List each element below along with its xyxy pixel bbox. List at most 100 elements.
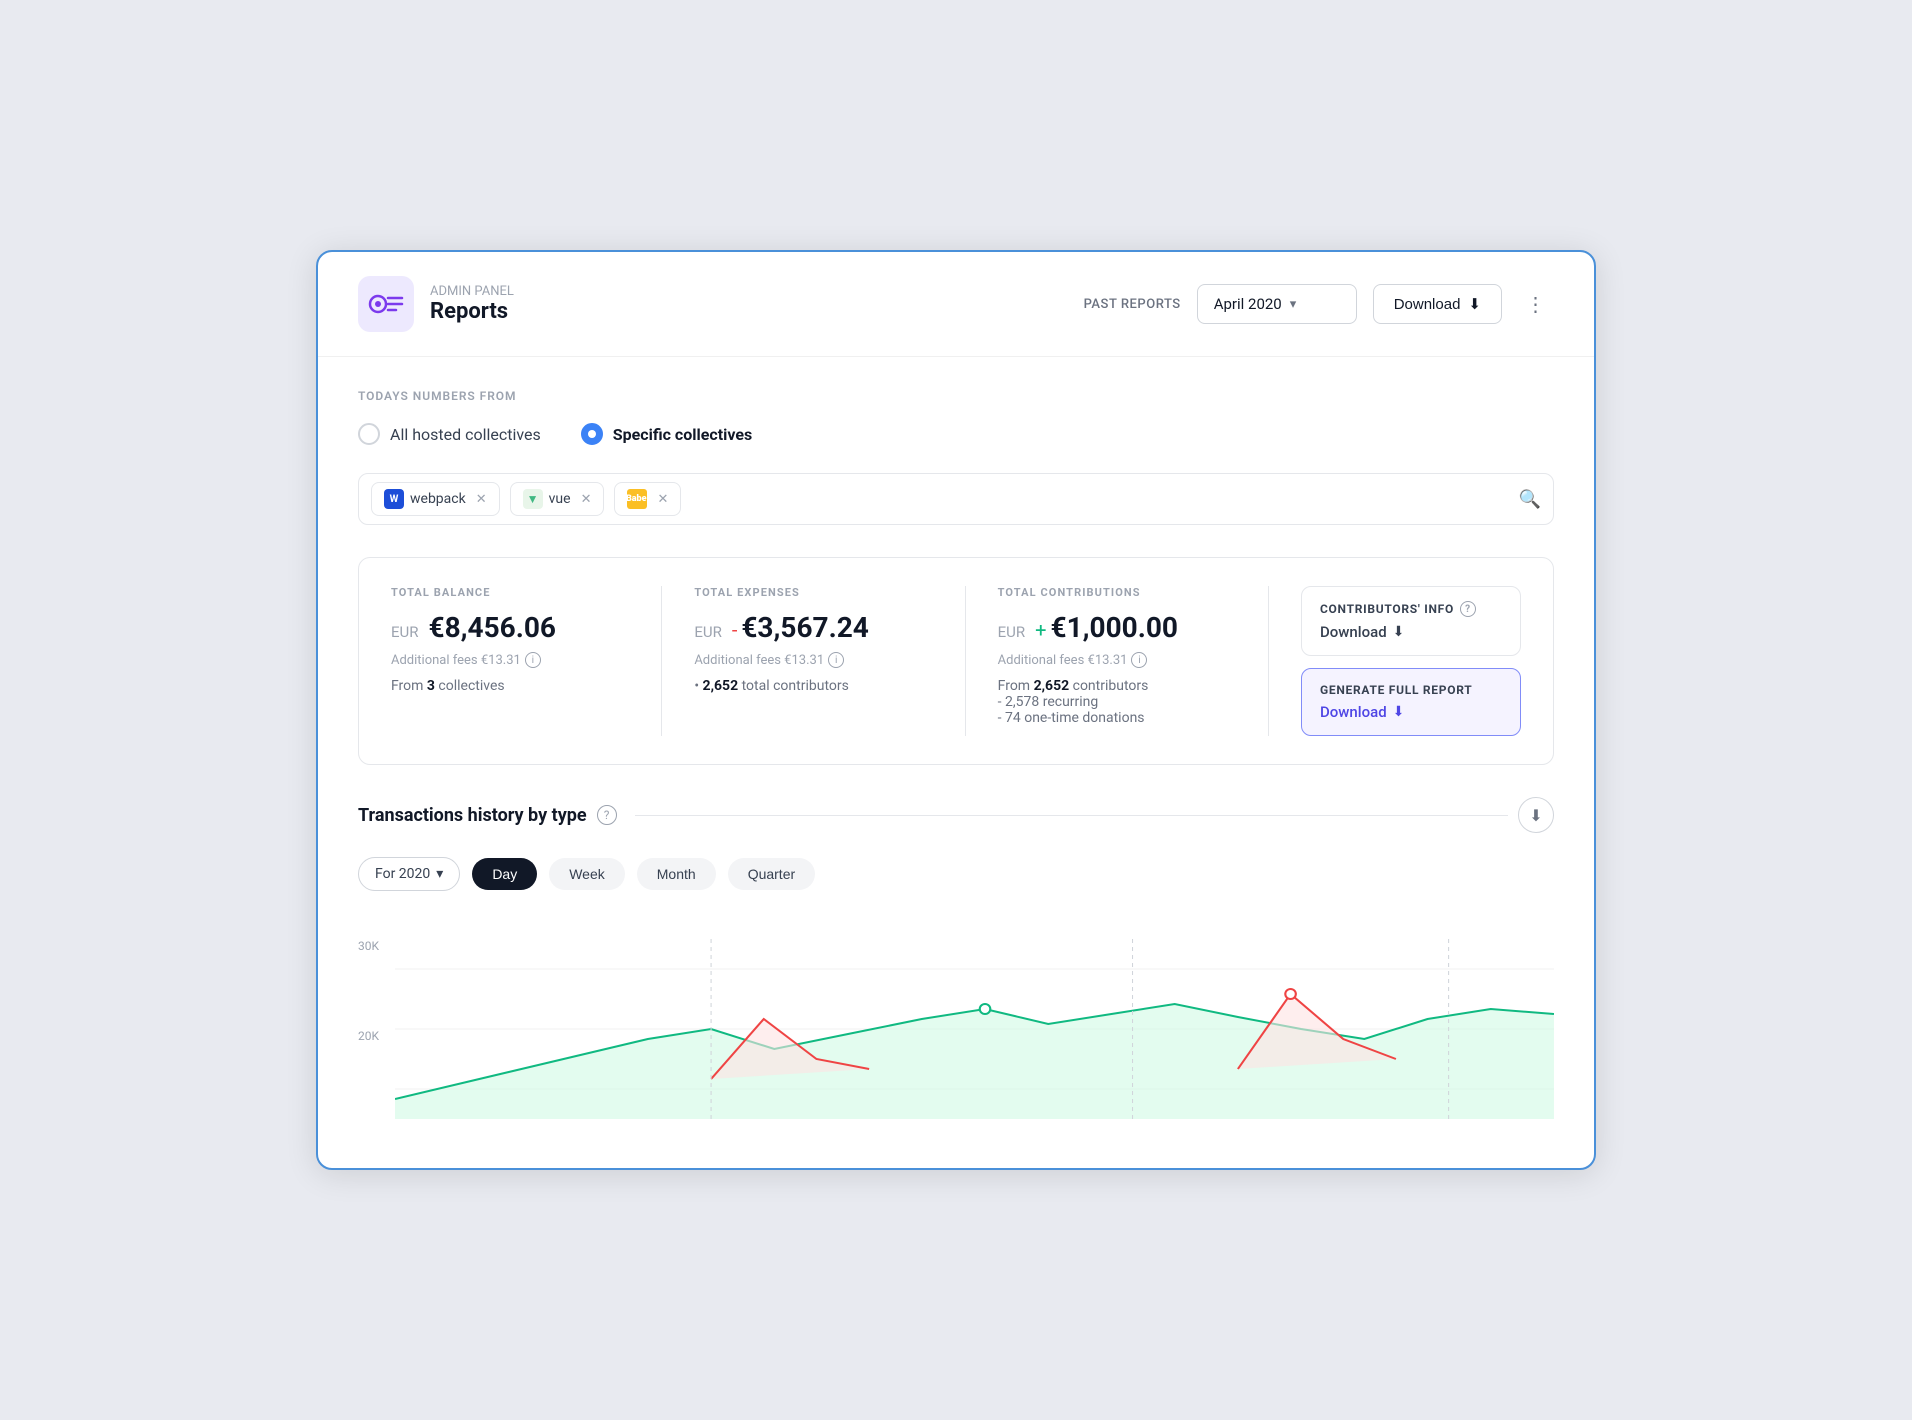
chart-y-labels: 30K 20K xyxy=(358,939,379,1119)
header-right: PAST REPORTS April 2020 ▾ Download ⬇ ⋮ xyxy=(1084,284,1554,324)
search-button[interactable]: 🔍 xyxy=(1519,489,1541,510)
tags-bar: W webpack ✕ ▼ vue ✕ Babel ✕ 🔍 xyxy=(358,473,1554,525)
contributors-info-title: CONTRIBUTORS' INFO ? xyxy=(1320,601,1502,617)
total-expenses-amount: EUR - €3,567.24 xyxy=(694,611,932,644)
transactions-title: Transactions history by type xyxy=(358,805,587,826)
full-report-title: GENERATE FULL REPORT xyxy=(1320,683,1502,697)
recurring-label: 2,578 recurring xyxy=(1005,694,1098,710)
chart-svg xyxy=(395,939,1554,1119)
tag-babel: Babel ✕ xyxy=(614,482,681,516)
period-day-button[interactable]: Day xyxy=(472,858,537,890)
contributors-download-btn[interactable]: Download ⬇ xyxy=(1320,623,1502,641)
full-report-card[interactable]: GENERATE FULL REPORT Download ⬇ xyxy=(1301,668,1521,736)
period-month-button[interactable]: Month xyxy=(637,858,716,890)
total-balance-label: TOTAL BALANCE xyxy=(391,586,629,599)
logo-text: ADMIN PANEL Reports xyxy=(430,284,514,324)
contributions-contributors: 2,652 xyxy=(1034,678,1070,694)
y-label-30k: 30K xyxy=(358,939,379,953)
total-expenses-block: TOTAL EXPENSES EUR - €3,567.24 Additiona… xyxy=(694,586,965,736)
total-contributions-label: TOTAL CONTRIBUTIONS xyxy=(998,586,1236,599)
app-window: ADMIN PANEL Reports PAST REPORTS April 2… xyxy=(316,250,1596,1170)
contributors-download-icon: ⬇ xyxy=(1393,624,1405,640)
page-title: Reports xyxy=(430,299,514,324)
contributions-value: €1,000.00 xyxy=(1051,611,1178,644)
contributions-fees-info-icon[interactable]: i xyxy=(1131,652,1147,668)
expenses-fees: Additional fees €13.31 i xyxy=(694,652,932,668)
expenses-fees-info-icon[interactable]: i xyxy=(828,652,844,668)
balance-value: €8,456.06 xyxy=(429,611,556,644)
all-collectives-radio[interactable] xyxy=(358,423,380,445)
remove-vue-button[interactable]: ✕ xyxy=(581,492,592,507)
specific-collectives-radio[interactable] xyxy=(581,423,603,445)
all-collectives-option[interactable]: All hosted collectives xyxy=(358,423,541,445)
chart-canvas xyxy=(395,939,1554,1119)
logo-area: ADMIN PANEL Reports xyxy=(358,276,1064,332)
total-contributions-block: TOTAL CONTRIBUTIONS EUR + €1,000.00 Addi… xyxy=(998,586,1269,736)
contributions-sub: From 2,652 contributors - 2,578 recurrin… xyxy=(998,678,1236,726)
transactions-section: Transactions history by type ? ⬇ For 202… xyxy=(358,797,1554,1119)
past-reports-label: PAST REPORTS xyxy=(1084,297,1181,312)
selected-period: April 2020 xyxy=(1214,295,1282,313)
collective-filter: All hosted collectives Specific collecti… xyxy=(358,423,1554,445)
right-actions: CONTRIBUTORS' INFO ? Download ⬇ GENERATE… xyxy=(1301,586,1521,736)
balance-fees-info-icon[interactable]: i xyxy=(525,652,541,668)
remove-webpack-button[interactable]: ✕ xyxy=(476,492,487,507)
period-quarter-button[interactable]: Quarter xyxy=(728,858,815,890)
tag-webpack: W webpack ✕ xyxy=(371,482,500,516)
chart-point-expenses xyxy=(1285,989,1296,999)
babel-icon: Babel xyxy=(627,489,647,509)
contributions-currency: EUR xyxy=(998,623,1026,641)
chevron-down-icon: ▾ xyxy=(1290,297,1297,312)
transactions-divider xyxy=(635,815,1508,816)
contributors-info-icon[interactable]: ? xyxy=(1460,601,1476,617)
chart-point-contributions xyxy=(980,1004,991,1014)
expenses-sign: - xyxy=(732,618,738,642)
main-content: TODAYS NUMBERS FROM All hosted collectiv… xyxy=(318,357,1594,1151)
admin-panel-label: ADMIN PANEL xyxy=(430,284,514,299)
total-balance-block: TOTAL BALANCE EUR €8,456.06 Additional f… xyxy=(391,586,662,736)
specific-collectives-option[interactable]: Specific collectives xyxy=(581,423,752,445)
expenses-currency: EUR xyxy=(694,623,722,641)
y-label-20k: 20K xyxy=(358,1029,379,1043)
webpack-icon: W xyxy=(384,489,404,509)
download-button[interactable]: Download ⬇ xyxy=(1373,284,1502,324)
onetime-label: 74 one-time donations xyxy=(1005,710,1145,726)
transactions-header: Transactions history by type ? ⬇ xyxy=(358,797,1554,833)
tag-webpack-label: webpack xyxy=(410,491,466,507)
expenses-value: €3,567.24 xyxy=(741,611,868,644)
more-icon: ⋮ xyxy=(1526,292,1547,316)
balance-currency: EUR xyxy=(391,623,419,641)
stats-card: TOTAL BALANCE EUR €8,456.06 Additional f… xyxy=(358,557,1554,765)
transactions-info-icon[interactable]: ? xyxy=(597,805,617,825)
contributions-sign: + xyxy=(1035,618,1046,642)
contributors-info-card[interactable]: CONTRIBUTORS' INFO ? Download ⬇ xyxy=(1301,586,1521,656)
total-expenses-label: TOTAL EXPENSES xyxy=(694,586,932,599)
header: ADMIN PANEL Reports PAST REPORTS April 2… xyxy=(318,252,1594,357)
total-balance-amount: EUR €8,456.06 xyxy=(391,611,629,644)
download-icon: ⬇ xyxy=(1468,295,1481,313)
app-logo xyxy=(358,276,414,332)
expenses-sub: • 2,652 total contributors xyxy=(694,678,932,694)
balance-collectives-count: 3 xyxy=(427,678,435,694)
all-collectives-label: All hosted collectives xyxy=(390,425,541,444)
chart-area: 30K 20K xyxy=(358,919,1554,1119)
period-week-button[interactable]: Week xyxy=(549,858,625,890)
transactions-download-icon: ⬇ xyxy=(1529,806,1542,825)
total-contributions-amount: EUR + €1,000.00 xyxy=(998,611,1236,644)
year-dropdown[interactable]: For 2020 ▾ xyxy=(358,857,460,891)
year-chevron-icon: ▾ xyxy=(436,866,443,882)
transactions-download-button[interactable]: ⬇ xyxy=(1518,797,1554,833)
time-controls: For 2020 ▾ Day Week Month Quarter xyxy=(358,857,1554,891)
remove-babel-button[interactable]: ✕ xyxy=(657,492,668,507)
full-report-download-btn[interactable]: Download ⬇ xyxy=(1320,703,1502,721)
more-options-button[interactable]: ⋮ xyxy=(1518,286,1554,322)
balance-fees: Additional fees €13.31 i xyxy=(391,652,629,668)
vue-icon: ▼ xyxy=(523,489,543,509)
chart-contributions-area xyxy=(395,1004,1554,1119)
specific-collectives-label: Specific collectives xyxy=(613,425,752,444)
full-report-download-icon: ⬇ xyxy=(1393,704,1405,720)
tag-vue: ▼ vue ✕ xyxy=(510,482,605,516)
tag-vue-label: vue xyxy=(549,491,571,507)
contributions-fees: Additional fees €13.31 i xyxy=(998,652,1236,668)
period-dropdown[interactable]: April 2020 ▾ xyxy=(1197,284,1357,324)
